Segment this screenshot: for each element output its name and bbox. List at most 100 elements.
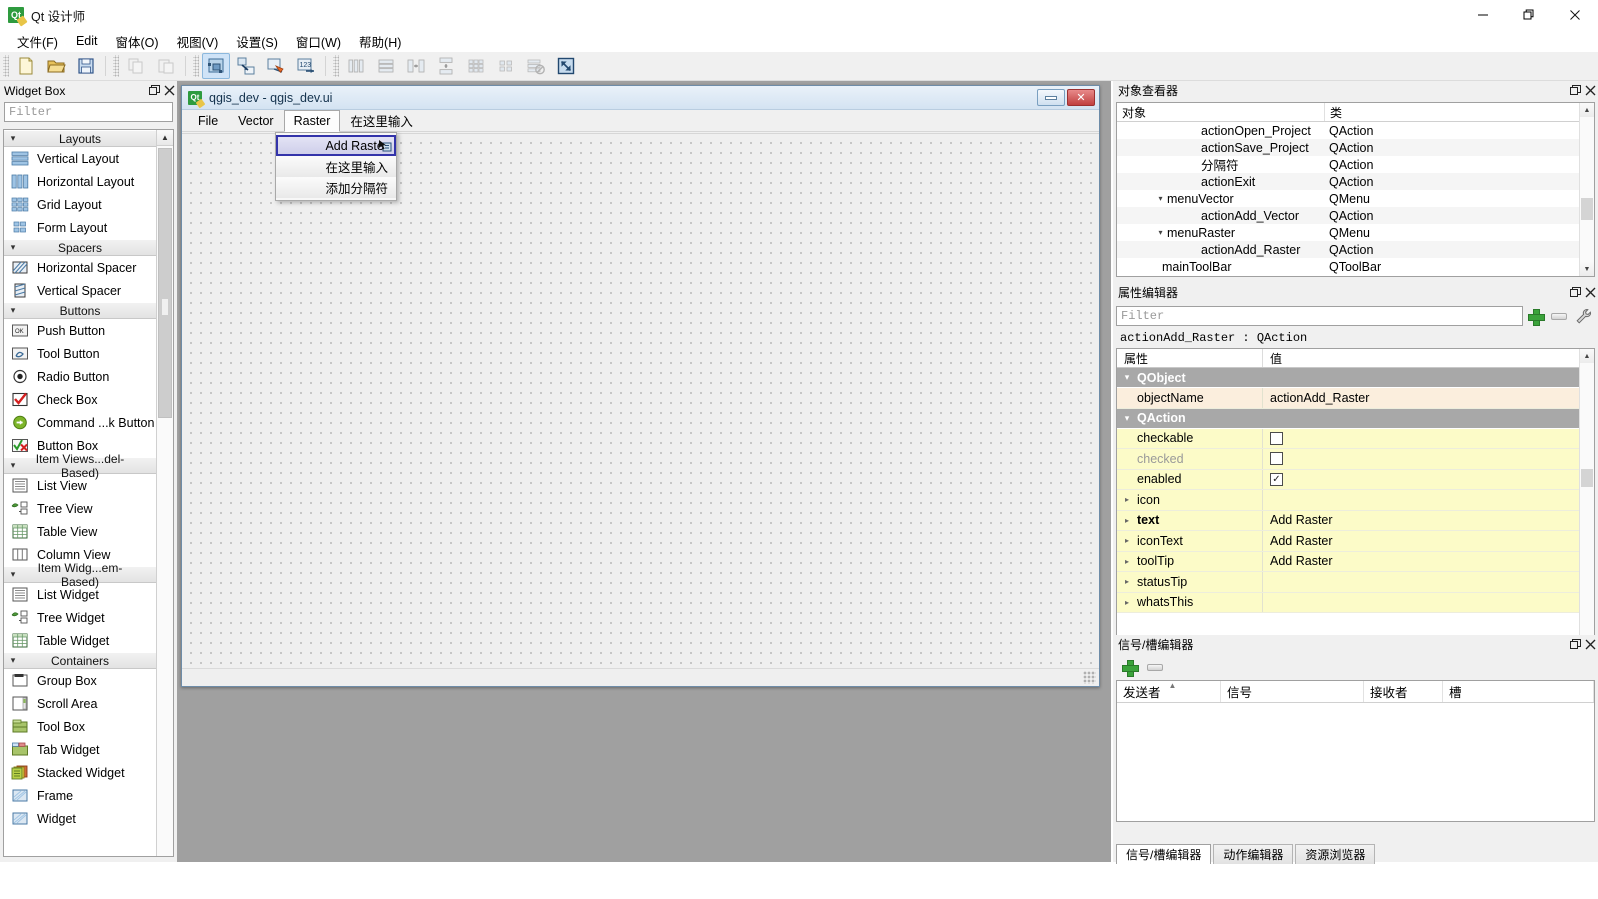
widget-category-buttons[interactable]: ▾ Buttons bbox=[4, 302, 156, 319]
scroll-up-arrow-icon[interactable]: ▲ bbox=[1580, 349, 1594, 363]
tab-resource-browser[interactable]: 资源浏览器 bbox=[1295, 844, 1376, 864]
table-row[interactable]: ▾ menuVector QMenu bbox=[1117, 190, 1594, 207]
column-header-sender[interactable]: ▲ 发送者 bbox=[1117, 681, 1221, 702]
table-row[interactable]: actionAdd_Vector QAction bbox=[1117, 207, 1594, 224]
add-dynamic-property-button[interactable] bbox=[1523, 305, 1547, 327]
menu-edit[interactable]: Edit bbox=[67, 32, 107, 50]
property-filter-input[interactable]: Filter bbox=[1116, 306, 1523, 326]
widget-item-tool-box[interactable]: Tool Box bbox=[4, 715, 156, 738]
table-row[interactable]: ▾ menuRaster QMenu bbox=[1117, 224, 1594, 241]
table-row[interactable]: actionExit QAction bbox=[1117, 173, 1594, 190]
scrollbar-thumb[interactable] bbox=[1581, 198, 1593, 220]
property-value[interactable]: Add Raster bbox=[1263, 552, 1594, 572]
widget-item-table-widget[interactable]: Table Widget bbox=[4, 629, 156, 652]
table-row[interactable]: actionOpen_Project QAction bbox=[1117, 122, 1594, 139]
column-header-slot[interactable]: 槽 bbox=[1443, 681, 1594, 702]
widget-category-spacers[interactable]: ▾ Spacers bbox=[4, 239, 156, 256]
property-value[interactable]: Add Raster bbox=[1263, 511, 1594, 531]
widget-item-table-view[interactable]: Table View bbox=[4, 520, 156, 543]
table-row[interactable]: 分隔符 QAction bbox=[1117, 156, 1594, 174]
column-header-object[interactable]: 对象 bbox=[1117, 103, 1325, 121]
close-icon[interactable] bbox=[1583, 285, 1598, 300]
layout-form-icon[interactable] bbox=[492, 53, 520, 79]
widget-item-tool-button[interactable]: Tool Button bbox=[4, 342, 156, 365]
property-row-whatsthis[interactable]: ▸ whatsThis bbox=[1117, 592, 1594, 613]
column-header-receiver[interactable]: 接收者 bbox=[1364, 681, 1443, 702]
signals-slots-icon[interactable] bbox=[232, 53, 260, 79]
form-menu-add-placeholder[interactable]: 在这里输入 bbox=[340, 107, 423, 134]
float-icon[interactable] bbox=[147, 83, 162, 98]
float-icon[interactable] bbox=[1568, 83, 1583, 98]
widget-item-horizontal-layout[interactable]: Horizontal Layout bbox=[4, 170, 156, 193]
widget-category-containers[interactable]: ▾ Containers bbox=[4, 652, 156, 669]
signal-slot-table[interactable]: ▲ 发送者 信号 接收者 槽 bbox=[1116, 680, 1595, 822]
chevron-right-icon[interactable]: ▸ bbox=[1117, 536, 1137, 545]
menu-item-add-placeholder[interactable]: 在这里输入 bbox=[276, 156, 396, 177]
object-inspector-tree[interactable]: 对象 类 actionOpen_Project QAction actionSa… bbox=[1116, 102, 1595, 277]
close-icon[interactable] bbox=[1583, 83, 1598, 98]
save-disk-icon[interactable] bbox=[72, 53, 100, 79]
tab-action-editor[interactable]: 动作编辑器 bbox=[1213, 844, 1294, 864]
break-layout-icon[interactable] bbox=[522, 53, 550, 79]
scroll-up-arrow-icon[interactable]: ▲ bbox=[157, 130, 173, 146]
chevron-down-icon[interactable]: ▾ bbox=[1154, 194, 1167, 203]
property-value[interactable]: actionAdd_Raster bbox=[1263, 388, 1594, 408]
property-row-statustip[interactable]: ▸ statusTip bbox=[1117, 572, 1594, 593]
chevron-down-icon[interactable]: ▾ bbox=[1154, 228, 1167, 237]
property-row-objectname[interactable]: objectName actionAdd_Raster bbox=[1117, 388, 1594, 409]
splitter-horizontal-icon[interactable] bbox=[402, 53, 430, 79]
float-icon[interactable] bbox=[1568, 637, 1583, 652]
property-value[interactable] bbox=[1263, 572, 1594, 592]
widget-item-push-button[interactable]: OK Push Button bbox=[4, 319, 156, 342]
adjust-size-icon[interactable] bbox=[552, 53, 580, 79]
tab-signal-slot-editor[interactable]: 信号/槽编辑器 bbox=[1116, 844, 1212, 864]
widget-item-group-box[interactable]: Group Box bbox=[4, 669, 156, 692]
float-icon[interactable] bbox=[1568, 285, 1583, 300]
form-menu-vector[interactable]: Vector bbox=[228, 110, 283, 132]
object-inspector-scrollbar[interactable]: ▲ ▼ bbox=[1579, 103, 1594, 276]
property-row-icon[interactable]: ▸ icon bbox=[1117, 490, 1594, 511]
widget-box-scrollbar[interactable]: ▲ bbox=[156, 130, 173, 856]
minimize-icon[interactable] bbox=[1460, 0, 1506, 30]
property-row-checked[interactable]: checked bbox=[1117, 449, 1594, 470]
layout-grid-icon[interactable] bbox=[462, 53, 490, 79]
toolbar-grip[interactable] bbox=[3, 55, 9, 77]
close-icon[interactable] bbox=[162, 83, 177, 98]
add-connection-button[interactable] bbox=[1116, 657, 1142, 677]
chevron-right-icon[interactable]: ▸ bbox=[1117, 577, 1137, 586]
paste-icon[interactable] bbox=[152, 53, 180, 79]
edit-widgets-icon[interactable] bbox=[202, 53, 230, 79]
widget-item-vertical-spacer[interactable]: Vertical Spacer bbox=[4, 279, 156, 302]
form-minimize-button[interactable] bbox=[1037, 89, 1065, 106]
widget-item-tree-view[interactable]: Tree View bbox=[4, 497, 156, 520]
widget-item-frame[interactable]: Frame bbox=[4, 784, 156, 807]
menu-help[interactable]: 帮助(H) bbox=[350, 30, 410, 53]
scrollbar-thumb[interactable] bbox=[1581, 469, 1593, 487]
widget-item-radio-button[interactable]: Radio Button bbox=[4, 365, 156, 388]
widget-item-grid-layout[interactable]: Grid Layout bbox=[4, 193, 156, 216]
remove-connection-button[interactable] bbox=[1142, 657, 1168, 677]
menu-item-add-separator[interactable]: 添加分隔符 bbox=[276, 177, 396, 198]
form-window-titlebar[interactable]: Qt qgis_dev - qgis_dev.ui ✕ bbox=[182, 86, 1099, 110]
chevron-right-icon[interactable]: ▸ bbox=[1117, 495, 1137, 504]
buddies-icon[interactable] bbox=[262, 53, 290, 79]
widget-item-stacked-widget[interactable]: Stacked Widget bbox=[4, 761, 156, 784]
column-header-class[interactable]: 类 bbox=[1325, 103, 1594, 121]
tab-order-icon[interactable]: 123 bbox=[292, 53, 320, 79]
property-row-enabled[interactable]: enabled ✓ bbox=[1117, 469, 1594, 490]
column-header-value[interactable]: 值 bbox=[1263, 349, 1594, 367]
menu-view[interactable]: 视图(V) bbox=[168, 30, 228, 53]
size-grip-icon[interactable] bbox=[1083, 671, 1096, 684]
widget-item-command-link-button[interactable]: Command ...k Button bbox=[4, 411, 156, 434]
property-value[interactable]: Add Raster bbox=[1263, 531, 1594, 551]
layout-horizontal-icon[interactable] bbox=[342, 53, 370, 79]
widget-box-filter-input[interactable]: Filter bbox=[4, 102, 173, 122]
toolbar-grip-4[interactable] bbox=[333, 55, 339, 77]
toolbar-grip-3[interactable] bbox=[193, 55, 199, 77]
remove-dynamic-property-button[interactable] bbox=[1547, 305, 1571, 327]
restore-icon[interactable] bbox=[1506, 0, 1552, 30]
property-value[interactable] bbox=[1263, 490, 1594, 510]
form-close-button[interactable]: ✕ bbox=[1067, 89, 1095, 106]
property-group-qobject[interactable]: ▾ QObject bbox=[1117, 368, 1594, 388]
property-row-checkable[interactable]: checkable bbox=[1117, 428, 1594, 449]
